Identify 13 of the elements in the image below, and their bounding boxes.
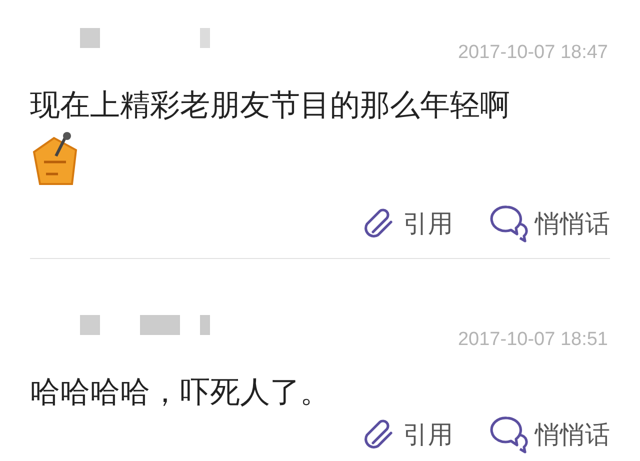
blurred-patch [80,315,100,335]
blurred-patch [140,315,180,335]
blurred-patch [200,315,210,335]
blurred-patch [200,28,210,48]
comment-text: 现在上精彩老朋友节目的那么年轻啊 [30,87,511,125]
blurred-patch [80,28,100,48]
whisper-link[interactable]: 悄悄话 [489,202,610,244]
post-time: 2017-10-07 18:47 [458,42,608,64]
post-time: 2017-10-07 18:51 [458,329,608,351]
quote-link[interactable]: 引用 [357,413,453,455]
quote-link[interactable]: 引用 [357,202,453,244]
whisper-link[interactable]: 悄悄话 [489,413,610,455]
comment-text: 哈哈哈哈，吓死人了。 [30,374,331,412]
